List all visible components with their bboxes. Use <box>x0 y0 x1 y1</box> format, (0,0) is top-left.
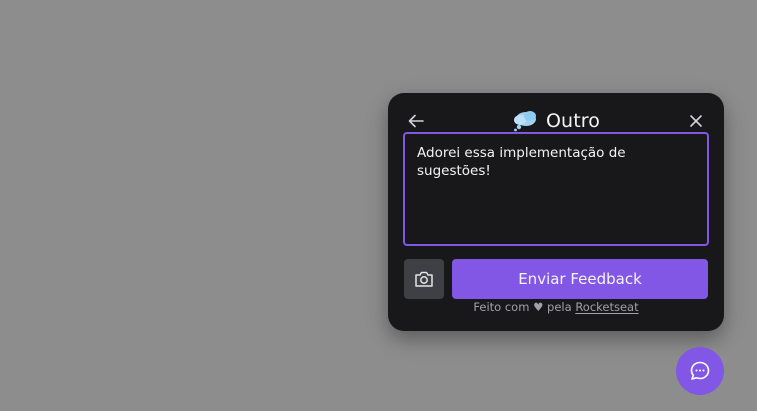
feedback-type-header: Outro <box>512 108 600 134</box>
arrow-left-icon <box>408 114 424 128</box>
feedback-launcher-button[interactable] <box>676 347 724 395</box>
thought-cloud-icon <box>514 111 536 132</box>
footer-prefix: Feito com ♥ pela <box>473 300 576 314</box>
feedback-comment-input[interactable] <box>403 132 709 246</box>
camera-icon <box>415 271 433 287</box>
close-button[interactable] <box>684 110 708 132</box>
close-icon <box>690 115 702 127</box>
back-button[interactable] <box>404 110 428 132</box>
submit-feedback-button[interactable]: Enviar Feedback <box>452 259 708 299</box>
footer-credit: Feito com ♥ pela Rocketseat <box>388 298 724 316</box>
page-title: Outro <box>546 110 600 132</box>
screenshot-button[interactable] <box>404 259 444 299</box>
rocketseat-link[interactable]: Rocketseat <box>575 300 638 314</box>
chat-bubble-icon <box>690 361 710 380</box>
